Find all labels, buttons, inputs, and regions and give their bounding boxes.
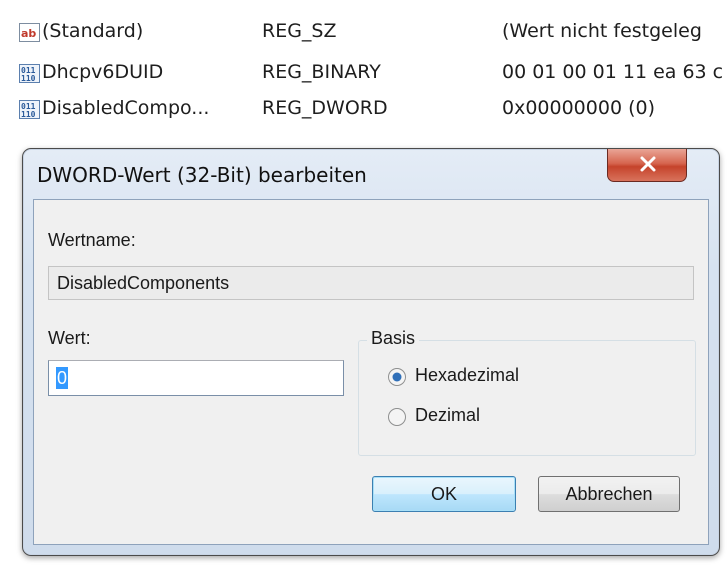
binary-value-icon: 011 110 [19,97,41,119]
registry-value-type: REG_DWORD [262,97,388,119]
radio-hexadecimal[interactable] [387,367,407,387]
valuename-label: Wertname: [48,230,136,250]
basis-group: Basis Hexadezimal Dezimal [358,328,696,456]
registry-row-standard[interactable]: ab (Standard) REG_SZ (Wert nicht festgel… [0,14,728,48]
radio-hexadecimal-label[interactable]: Hexadezimal [415,365,519,386]
dialog-body: Wertname: DisabledComponents Wert: 0 Bas… [33,199,709,545]
svg-text:110: 110 [21,110,36,119]
svg-text:110: 110 [21,74,36,83]
value-text: 0 [56,367,69,389]
registry-value-data: 0x00000000 (0) [502,97,655,119]
string-value-icon: ab [19,20,41,42]
registry-value-type: REG_SZ [262,20,337,42]
close-button[interactable] [607,149,687,182]
registry-value-list: ab (Standard) REG_SZ (Wert nicht festgel… [0,0,728,140]
svg-text:ab: ab [21,27,36,40]
value-label: Wert: [48,328,91,348]
registry-value-type: REG_BINARY [262,61,381,83]
value-input[interactable] [48,360,344,396]
registry-value-data: (Wert nicht festgeleg [502,20,702,42]
binary-value-icon: 011 110 [19,61,41,83]
registry-value-name: DisabledCompo... [42,97,210,119]
basis-label: Basis [367,328,420,349]
registry-value-data: 00 01 00 01 11 ea 63 c [502,61,724,83]
edit-dword-dialog: DWORD-Wert (32-Bit) bearbeiten Wertname:… [22,148,720,556]
registry-row-dhcpv6duid[interactable]: 011 110 Dhcpv6DUID REG_BINARY 00 01 00 0… [0,55,728,89]
radio-decimal-label[interactable]: Dezimal [415,405,480,426]
close-icon [640,156,656,172]
registry-value-name: (Standard) [42,20,144,42]
valuename-field: DisabledComponents [48,266,694,300]
registry-row-disabledcomponents[interactable]: 011 110 DisabledCompo... REG_DWORD 0x000… [0,91,728,125]
ok-button[interactable]: OK [372,476,516,512]
cancel-button[interactable]: Abbrechen [538,476,680,512]
dialog-title: DWORD-Wert (32-Bit) bearbeiten [37,163,367,187]
registry-value-name: Dhcpv6DUID [42,61,164,83]
radio-decimal[interactable] [387,407,407,427]
